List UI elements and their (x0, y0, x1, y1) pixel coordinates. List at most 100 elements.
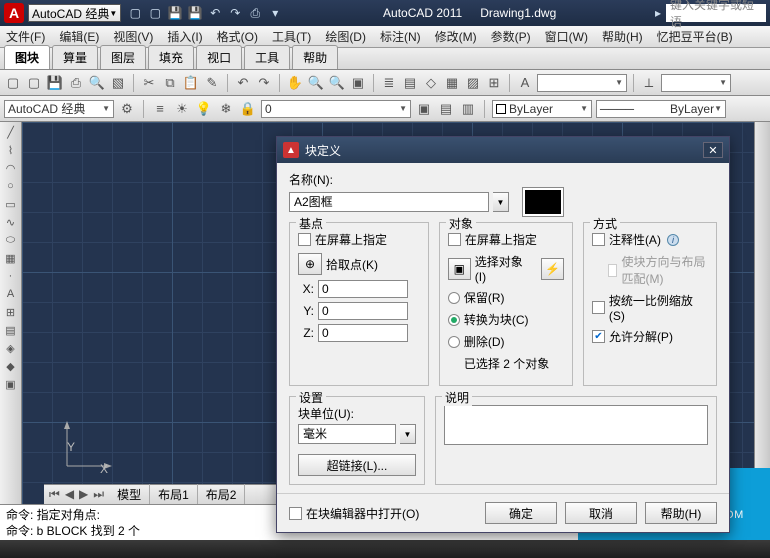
layer-icon[interactable]: ≡ (151, 100, 169, 118)
zoom-icon[interactable]: 🔍 (307, 74, 325, 92)
tab-vp[interactable]: 视口 (196, 45, 242, 69)
pline-icon[interactable]: ⌇ (3, 142, 19, 158)
dim-style-icon[interactable]: ⟂ (640, 74, 658, 92)
qat-more-icon[interactable]: ▾ (267, 5, 283, 21)
print-icon[interactable]: ⎙ (67, 74, 85, 92)
delete-radio[interactable] (448, 336, 460, 348)
layer-tool-icon[interactable]: ▣ (415, 100, 433, 118)
cancel-button[interactable]: 取消 (565, 502, 637, 524)
help-button[interactable]: 帮助(H) (645, 502, 717, 524)
spline-icon[interactable]: ∿ (3, 214, 19, 230)
zoomwin-icon[interactable]: 🔍 (328, 74, 346, 92)
tool3-icon[interactable]: ▨ (464, 74, 482, 92)
ellipse-icon[interactable]: ⬭ (3, 232, 19, 248)
rect-icon[interactable]: ▭ (3, 196, 19, 212)
new-icon[interactable]: ▢ (127, 5, 143, 21)
obj-onscreen-checkbox[interactable] (448, 233, 461, 246)
menu-tools[interactable]: 工具(T) (272, 28, 311, 45)
table-icon[interactable]: ▤ (3, 322, 19, 338)
name-dropdown-icon[interactable]: ▼ (493, 192, 509, 212)
open-icon[interactable]: ▢ (147, 5, 163, 21)
text-icon[interactable]: A (3, 286, 19, 302)
tab-next-icon[interactable]: ▶ (77, 487, 90, 502)
tool1-icon[interactable]: ◇ (422, 74, 440, 92)
layer-combo[interactable]: 0▼ (261, 100, 411, 118)
select-objects-icon-button[interactable]: ▣ (448, 258, 471, 280)
tab-tools[interactable]: 工具 (244, 45, 290, 69)
text-style-combo[interactable]: ▼ (537, 74, 627, 92)
hyperlink-button[interactable]: 超链接(L)... (298, 454, 416, 476)
convert-radio[interactable] (448, 314, 460, 326)
menu-draw[interactable]: 绘图(D) (325, 28, 366, 45)
hatch-icon[interactable]: ▦ (3, 250, 19, 266)
y-input[interactable] (318, 302, 408, 320)
point-icon[interactable]: · (3, 268, 19, 284)
undo-icon[interactable]: ↶ (207, 5, 223, 21)
undo-icon[interactable]: ↶ (234, 74, 252, 92)
circle-icon[interactable]: ○ (3, 178, 19, 194)
tab-layer[interactable]: 图层 (100, 45, 146, 69)
open-editor-checkbox[interactable] (289, 507, 302, 520)
sun-icon[interactable]: ☀ (173, 100, 191, 118)
linetype-combo[interactable]: ────ByLayer▼ (596, 100, 726, 118)
search-icon[interactable]: ▸ (650, 5, 666, 21)
print-icon[interactable]: ⎙ (247, 5, 263, 21)
unit-dropdown-icon[interactable]: ▼ (400, 424, 416, 444)
tool-a-icon[interactable]: ◆ (3, 358, 19, 374)
open-icon[interactable]: ▢ (25, 74, 43, 92)
annot-checkbox[interactable] (592, 233, 605, 246)
description-textarea[interactable] (444, 405, 708, 445)
new-icon[interactable]: ▢ (4, 74, 22, 92)
bulb-icon[interactable]: 💡 (195, 100, 213, 118)
tool-b-icon[interactable]: ▣ (3, 376, 19, 392)
menu-view[interactable]: 视图(V) (113, 28, 153, 45)
cut-icon[interactable]: ✂ (140, 74, 158, 92)
layer-tool2-icon[interactable]: ▤ (437, 100, 455, 118)
dim-style-combo[interactable]: ▼ (661, 74, 731, 92)
pickpoint-icon-button[interactable]: ⊕ (298, 253, 322, 275)
paste-icon[interactable]: 📋 (182, 74, 200, 92)
tool4-icon[interactable]: ⊞ (485, 74, 503, 92)
search-input[interactable]: 键入关键字或短语 (666, 4, 766, 22)
menu-insert[interactable]: 插入(I) (167, 28, 202, 45)
tab-last-icon[interactable]: ⏭ (91, 487, 106, 502)
app-logo[interactable]: A (4, 3, 24, 23)
tab-hatch[interactable]: 填充 (148, 45, 194, 69)
send-icon[interactable]: ▧ (109, 74, 127, 92)
save-icon[interactable]: 💾 (167, 5, 183, 21)
x-input[interactable] (318, 280, 408, 298)
workspace-combo[interactable]: AutoCAD 经典▼ (4, 100, 114, 118)
tab-first-icon[interactable]: ⏮ (47, 487, 62, 502)
tab-layout2[interactable]: 布局2 (198, 484, 246, 505)
close-icon[interactable]: ✕ (703, 142, 723, 158)
dialog-titlebar[interactable]: ▲ 块定义 ✕ (277, 137, 729, 163)
freeze-icon[interactable]: ❄ (217, 100, 235, 118)
zoomext-icon[interactable]: ▣ (349, 74, 367, 92)
menu-file[interactable]: 文件(F) (6, 28, 45, 45)
tab-model[interactable]: 模型 (109, 484, 150, 505)
tab-prev-icon[interactable]: ◀ (63, 487, 76, 502)
menu-format[interactable]: 格式(O) (217, 28, 258, 45)
gear-icon[interactable]: ⚙ (118, 100, 136, 118)
ok-button[interactable]: 确定 (485, 502, 557, 524)
z-input[interactable] (318, 324, 408, 342)
base-onscreen-checkbox[interactable] (298, 233, 311, 246)
menu-edit[interactable]: 编辑(E) (59, 28, 99, 45)
menu-window[interactable]: 窗口(W) (545, 28, 588, 45)
tab-layout1[interactable]: 布局1 (150, 484, 198, 505)
redo-icon[interactable]: ↷ (227, 5, 243, 21)
text-style-icon[interactable]: A (516, 74, 534, 92)
preview-icon[interactable]: 🔍 (88, 74, 106, 92)
name-input[interactable]: A2图框 (289, 192, 489, 212)
menu-help[interactable]: 帮助(H) (602, 28, 643, 45)
arc-icon[interactable]: ◠ (3, 160, 19, 176)
save-icon[interactable]: 💾 (46, 74, 64, 92)
workspace-combo-title[interactable]: AutoCAD 经典 ▼ (28, 4, 121, 22)
lock-icon[interactable]: 🔒 (239, 100, 257, 118)
saveas-icon[interactable]: 💾 (187, 5, 203, 21)
match-icon[interactable]: ✎ (203, 74, 221, 92)
menu-ext[interactable]: 忆把豆平台(B) (657, 28, 733, 45)
vscrollbar[interactable] (754, 122, 770, 484)
info-icon[interactable]: i (667, 234, 679, 246)
menu-dim[interactable]: 标注(N) (380, 28, 421, 45)
